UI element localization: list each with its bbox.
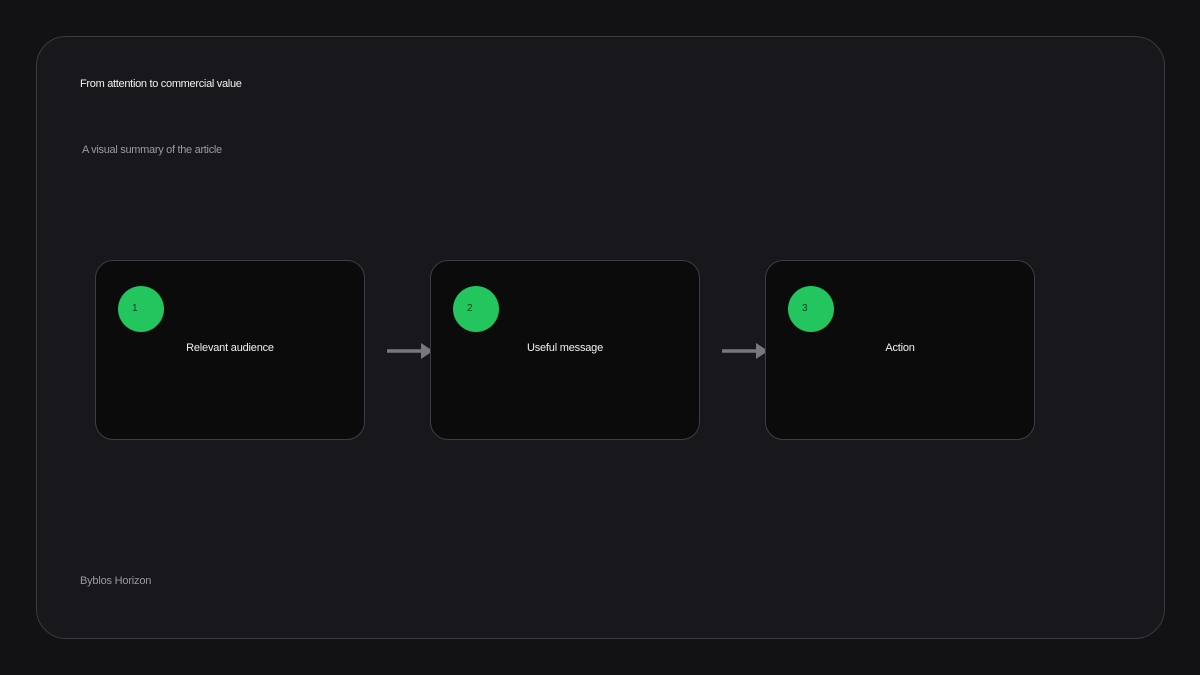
step-label: Relevant audience [186,342,274,354]
step-number-badge: 2 [453,286,499,332]
step-number-badge: 1 [118,286,164,332]
arrow-right-icon [387,343,433,359]
diagram-subtitle: A visual summary of the article [82,144,222,156]
arrow-right-icon [722,343,768,359]
step-card-2: 2 Useful message [430,260,700,440]
step-label: Useful message [526,342,604,354]
step-number-badge: 3 [788,286,834,332]
diagram-title: From attention to commercial value [80,78,242,90]
step-label: Action [885,342,915,354]
step-card-3: 3 Action [765,260,1035,440]
step-card-1: 1 Relevant audience [95,260,365,440]
footer-brand: Byblos Horizon [80,575,152,587]
